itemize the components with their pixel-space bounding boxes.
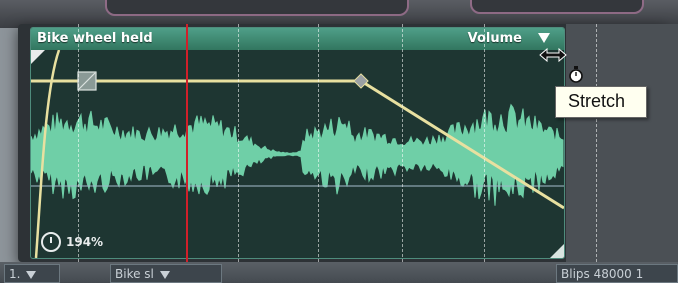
chevron-down-icon[interactable] bbox=[159, 270, 170, 279]
fade-in-handle bbox=[31, 50, 45, 64]
grid-line bbox=[402, 24, 403, 262]
upper-clip-edge bbox=[105, 0, 409, 16]
stretch-indicator: 194% bbox=[41, 232, 103, 252]
tooltip: Stretch bbox=[555, 86, 647, 118]
lower-clip-2[interactable]: Bike sl bbox=[110, 264, 222, 283]
playhead[interactable] bbox=[186, 24, 188, 274]
stretch-percentage: 194% bbox=[66, 235, 104, 249]
envelope-parameter-label[interactable]: Volume bbox=[468, 31, 522, 46]
chevron-down-icon[interactable] bbox=[26, 270, 37, 279]
lower-clip-2-label: Bike sl bbox=[115, 267, 154, 281]
clip-name: Bike wheel held bbox=[37, 31, 153, 46]
grid-line bbox=[238, 24, 239, 262]
resize-cursor-icon bbox=[539, 47, 567, 63]
lower-clip-3[interactable]: Blips 48000 1 bbox=[556, 264, 678, 283]
envelope-node bbox=[353, 73, 369, 89]
resize-corner-handle bbox=[550, 244, 564, 258]
stopwatch-icon bbox=[41, 232, 61, 252]
empty-track-region[interactable] bbox=[566, 24, 678, 262]
grid-line bbox=[318, 24, 319, 262]
upper-clip-edge-2 bbox=[470, 0, 644, 14]
lower-clip-3-label: Blips 48000 1 bbox=[561, 267, 644, 281]
chevron-down-icon[interactable] bbox=[538, 33, 550, 43]
lower-clip-1[interactable]: 1. bbox=[4, 264, 60, 283]
grid-line bbox=[484, 24, 485, 262]
stopwatch-cursor-icon bbox=[569, 66, 583, 83]
grid-line bbox=[596, 24, 597, 262]
lower-clip-1-label: 1. bbox=[9, 267, 21, 281]
grid-line bbox=[78, 24, 79, 262]
